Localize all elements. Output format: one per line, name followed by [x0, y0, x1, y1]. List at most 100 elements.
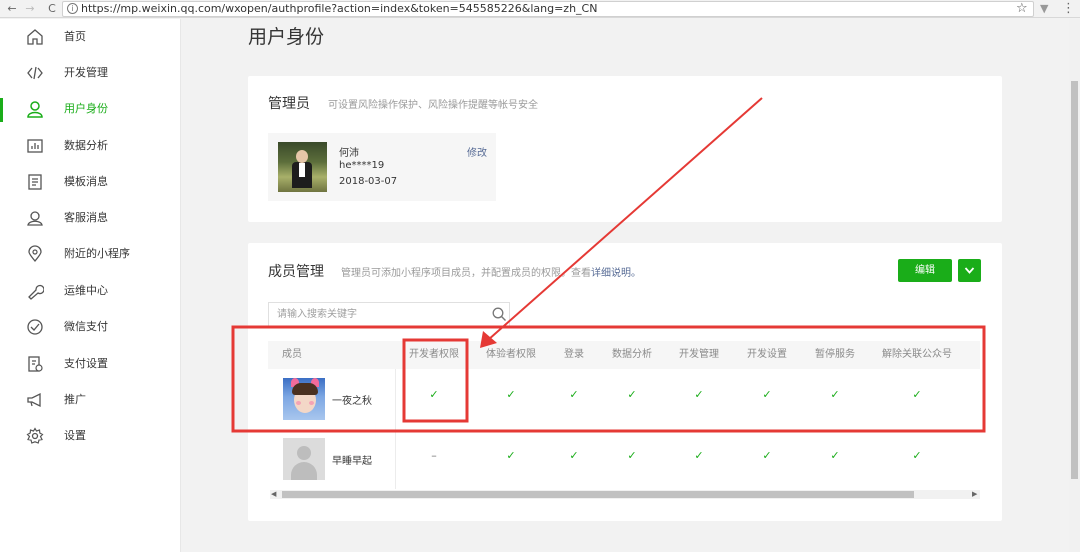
check-icon: ✓: [569, 388, 579, 401]
sidebar-item-label: 附近的小程序: [64, 247, 130, 260]
sidebar-item-user-identity[interactable]: 用户身份: [0, 94, 180, 124]
check-icon: ✓: [694, 388, 704, 401]
sidebar-item-label: 微信支付: [64, 320, 108, 333]
sidebar-item-dev-management[interactable]: 开发管理: [0, 58, 180, 88]
url-text: https://mp.weixin.qq.com/wxopen/authprof…: [81, 2, 598, 15]
col-header-developer: 开发者权限: [409, 349, 459, 360]
search-field[interactable]: 请输入搜索关键字: [268, 302, 510, 327]
user-icon: [27, 101, 43, 118]
megaphone-icon: [27, 392, 41, 408]
chevron-down-icon: [964, 267, 975, 274]
sidebar-item-data-analysis[interactable]: 数据分析: [0, 131, 180, 161]
check-icon: ✓: [762, 388, 772, 401]
sidebar-item-label: 开发管理: [64, 66, 108, 79]
check-icon: ✓: [830, 449, 840, 462]
search-icon[interactable]: [492, 307, 507, 322]
admin-account: he****19: [339, 160, 385, 171]
col-header-suspend: 暂停服务: [815, 349, 855, 360]
chart-icon: [27, 139, 43, 153]
forward-icon[interactable]: →: [22, 0, 38, 18]
check-icon: ✓: [694, 449, 704, 462]
vertical-scrollbar[interactable]: [1069, 19, 1080, 552]
pay-icon: [27, 319, 43, 335]
menu-icon[interactable]: ⋮: [1062, 0, 1075, 18]
check-icon: ✓: [506, 449, 516, 462]
check-icon: ✓: [912, 449, 922, 462]
check-icon: ✓: [830, 388, 840, 401]
sidebar-item-label: 推广: [64, 393, 86, 406]
sidebar-item-home[interactable]: 首页: [0, 22, 180, 52]
sidebar-item-promotion[interactable]: 推广: [0, 385, 180, 415]
edit-button[interactable]: 编辑: [898, 259, 952, 282]
sidebar-item-label: 模板消息: [64, 175, 108, 188]
member-avatar: [283, 438, 325, 480]
sidebar-item-label: 用户身份: [64, 102, 108, 115]
check-icon: ✓: [627, 449, 637, 462]
member-name: 早睡早起: [332, 456, 372, 467]
location-icon: [28, 245, 42, 263]
sidebar-item-template-message[interactable]: 模板消息: [0, 167, 180, 197]
row-divider: [268, 430, 980, 431]
sidebar-item-label: 运维中心: [64, 284, 108, 297]
col-header-member: 成员: [282, 349, 302, 360]
sidebar-item-customer-service[interactable]: 客服消息: [0, 203, 180, 233]
no-permission-dash: –: [431, 449, 437, 462]
sidebar-item-label: 支付设置: [64, 357, 108, 370]
service-icon: [27, 211, 43, 226]
col-header-unlink-account: 解除关联公众号: [882, 349, 952, 360]
sidebar-item-settings[interactable]: 设置: [0, 421, 180, 451]
star-icon[interactable]: ☆: [1016, 0, 1028, 18]
details-link[interactable]: 详细说明。: [591, 268, 641, 279]
check-icon: ✓: [429, 388, 439, 401]
home-icon: [27, 29, 43, 45]
search-placeholder: 请输入搜索关键字: [277, 309, 357, 320]
scroll-right-arrow[interactable]: ▶: [972, 490, 977, 499]
admin-card-title: 管理员: [268, 96, 310, 112]
member-card-description: 管理员可添加小程序项目成员，并配置成员的权限。查看详细说明。: [341, 268, 641, 279]
sidebar-item-ops-center[interactable]: 运维中心: [0, 276, 180, 306]
admin-edit-link[interactable]: 修改: [467, 144, 487, 159]
check-icon: ✓: [569, 449, 579, 462]
admin-name: 何沛: [339, 148, 359, 159]
sidebar-item-nearby-miniprogram[interactable]: 附近的小程序: [0, 239, 180, 269]
col-header-tester: 体验者权限: [486, 349, 536, 360]
gear-icon: [26, 427, 44, 444]
admin-avatar: [278, 142, 327, 192]
browser-toolbar: ← → C i https://mp.weixin.qq.com/wxopen/…: [0, 0, 1080, 18]
active-indicator: [0, 98, 3, 122]
sidebar-item-pay-settings[interactable]: 支付设置: [0, 349, 180, 379]
address-bar[interactable]: i https://mp.weixin.qq.com/wxopen/authpr…: [62, 1, 1034, 17]
check-icon: ✓: [627, 388, 637, 401]
sidebar-item-label: 客服消息: [64, 211, 108, 224]
code-icon: [27, 66, 43, 80]
pay-settings-icon: [28, 356, 43, 372]
more-dropdown-button[interactable]: [958, 259, 981, 282]
sidebar-item-wechat-pay[interactable]: 微信支付: [0, 312, 180, 342]
admin-date: 2018-03-07: [339, 176, 398, 187]
col-header-dev-management: 开发管理: [679, 349, 719, 360]
template-icon: [28, 174, 42, 190]
col-header-login: 登录: [564, 349, 584, 360]
back-icon[interactable]: ←: [4, 0, 20, 18]
scrollbar-thumb[interactable]: [1071, 81, 1078, 479]
scrollbar-thumb[interactable]: [282, 491, 914, 498]
check-icon: ✓: [762, 449, 772, 462]
horizontal-scrollbar[interactable]: ◀ ▶: [270, 490, 980, 499]
check-icon: ✓: [506, 388, 516, 401]
member-card-title: 成员管理: [268, 264, 324, 280]
sidebar-item-label: 数据分析: [64, 139, 108, 152]
col-header-dev-settings: 开发设置: [747, 349, 787, 360]
scroll-left-arrow[interactable]: ◀: [271, 490, 276, 499]
sidebar: 首页 开发管理 用户身份 数据分析 模板消息 客服消息 附近的小程序 运维中心 …: [0, 19, 181, 552]
extension-icon[interactable]: ▼: [1040, 0, 1048, 18]
reload-icon[interactable]: C: [44, 0, 60, 18]
col-header-data-analysis: 数据分析: [612, 349, 652, 360]
member-avatar: [283, 378, 325, 420]
info-icon[interactable]: i: [67, 3, 78, 14]
sidebar-item-label: 首页: [64, 30, 86, 43]
wrench-icon: [28, 284, 44, 300]
check-icon: ✓: [912, 388, 922, 401]
page-title: 用户身份: [248, 26, 325, 48]
member-name: 一夜之秋: [332, 396, 372, 407]
sidebar-item-label: 设置: [64, 429, 86, 442]
